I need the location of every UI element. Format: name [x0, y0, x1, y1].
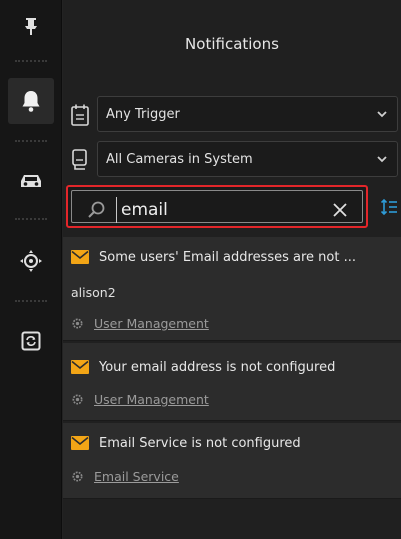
notification-message: Some users' Email addresses are not ... — [99, 249, 356, 265]
cameras-select-value: All Cameras in System — [106, 151, 253, 167]
notification-message: Email Service is not configured — [99, 435, 301, 451]
notification-header: Email Service is not configured — [71, 431, 301, 455]
search-field — [71, 190, 363, 223]
notification-link-row: User Management — [71, 392, 209, 407]
envelope-warning-icon — [71, 436, 89, 450]
screen-refresh-button[interactable] — [8, 318, 54, 364]
gear-icon — [72, 318, 83, 329]
notification-link-row: Email Service — [71, 469, 179, 484]
sidebar-rail — [0, 0, 62, 539]
cameras-filter-row: All Cameras in System — [63, 141, 401, 179]
search-input[interactable] — [116, 197, 326, 223]
notification-message: Your email address is not configured — [99, 359, 336, 375]
car-icon — [21, 175, 41, 187]
notifications-panel: Notifications Any Trigger All Cameras in… — [63, 0, 401, 539]
envelope-warning-icon — [71, 250, 89, 264]
notification-card[interactable]: Some users' Email addresses are not ... … — [63, 237, 401, 341]
cameras-select[interactable]: All Cameras in System — [97, 141, 398, 177]
rail-divider — [15, 218, 47, 220]
notification-header: Your email address is not configured — [71, 355, 335, 379]
notification-detail: alison2 — [71, 285, 116, 300]
pin-button[interactable] — [8, 4, 54, 50]
crosshair-icon — [20, 250, 42, 272]
vehicle-button[interactable] — [8, 158, 54, 204]
chevron-down-icon — [377, 156, 387, 163]
notification-link-row: User Management — [71, 316, 209, 331]
gear-icon — [72, 471, 83, 482]
envelope-warning-icon — [71, 360, 89, 374]
trigger-select[interactable]: Any Trigger — [97, 96, 398, 132]
rail-divider — [15, 140, 47, 142]
notification-card[interactable]: Your email address is not configured Use… — [63, 343, 401, 421]
calendar-icon — [71, 104, 89, 126]
trigger-filter-row: Any Trigger — [63, 96, 401, 134]
notifications-button[interactable] — [8, 78, 54, 124]
notification-card[interactable]: Email Service is not configured Email Se… — [63, 423, 401, 499]
trigger-select-value: Any Trigger — [106, 106, 180, 122]
close-icon[interactable] — [332, 202, 348, 218]
search-icon — [88, 201, 105, 218]
email-service-link[interactable]: Email Service — [94, 469, 179, 484]
camera-icon — [72, 149, 87, 170]
sort-icon[interactable] — [380, 198, 398, 216]
chevron-down-icon — [377, 111, 387, 118]
rail-divider — [15, 300, 47, 302]
rail-divider — [15, 60, 47, 62]
gear-icon — [72, 394, 83, 405]
notification-header: Some users' Email addresses are not ... — [71, 245, 356, 269]
bell-icon — [22, 91, 40, 112]
ptz-button[interactable] — [8, 238, 54, 284]
user-management-link[interactable]: User Management — [94, 392, 209, 407]
panel-title: Notifications — [185, 35, 279, 53]
screen-refresh-icon — [21, 331, 41, 351]
search-highlight — [66, 185, 368, 228]
user-management-link[interactable]: User Management — [94, 316, 209, 331]
pin-icon — [25, 18, 37, 35]
